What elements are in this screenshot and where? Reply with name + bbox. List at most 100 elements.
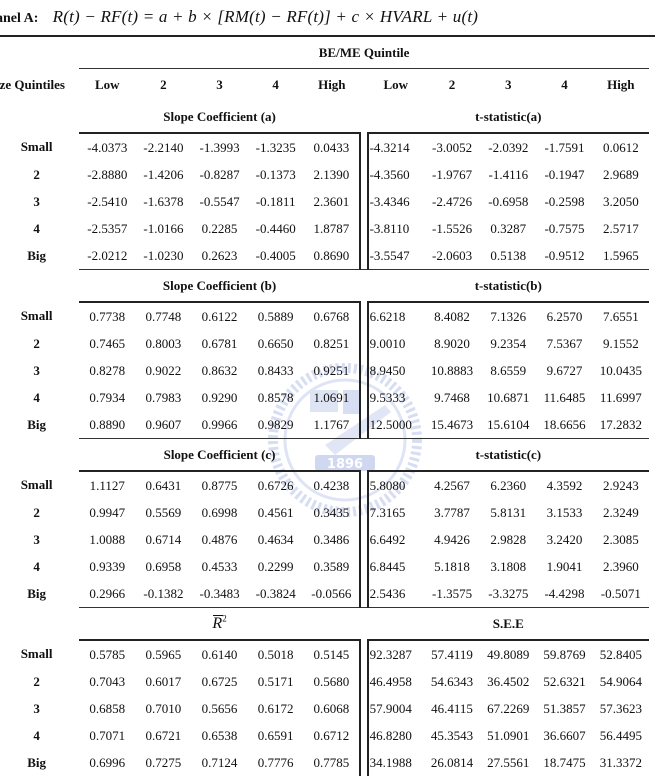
right-value-cell: -4.3214 — [366, 132, 424, 161]
right-value-cell: -3.0052 — [423, 132, 481, 161]
right-value-cell: 4.2567 — [423, 470, 481, 499]
left-value-cell: -1.3993 — [191, 132, 248, 161]
left-value-cell: 0.2299 — [257, 558, 294, 574]
left-value-cell: 0.6725 — [201, 673, 238, 689]
be-me-quintile-header: BE/ME Quintile — [318, 45, 410, 60]
right-value-cell: 2.5436 — [366, 580, 424, 608]
col-header-left: High — [303, 68, 360, 101]
right-value-cell: 8.6559 — [490, 362, 527, 378]
table-row: Small 1.1127 0.6431 0.8775 0.6726 0.4238 5.808… — [0, 470, 649, 499]
left-value-cell: 0.8578 — [257, 389, 294, 405]
left-value-cell: 0.7071 — [89, 727, 126, 743]
left-value-cell: 2.1390 — [303, 161, 361, 188]
left-value-cell: 0.5889 — [247, 301, 304, 330]
table-row: Small 0.7738 0.7748 0.6122 0.5889 0.6768 6.621… — [0, 301, 649, 330]
left-value-cell: 0.5018 — [247, 639, 304, 668]
col-header-left: Low — [79, 68, 136, 101]
left-value-cell: -2.0212 — [87, 247, 128, 263]
right-value-cell: 26.0814 — [430, 754, 474, 770]
right-value-cell: 15.6104 — [487, 416, 530, 432]
left-value-cell: -1.3235 — [247, 132, 304, 161]
left-value-cell: 0.6068 — [303, 695, 361, 722]
left-value-cell: 0.7465 — [89, 335, 126, 351]
left-value-cell: 0.7776 — [257, 754, 294, 770]
right-value-cell: -3.8110 — [366, 215, 424, 242]
right-value-cell: -2.0603 — [432, 247, 473, 263]
left-value-cell: 0.4634 — [257, 531, 294, 547]
right-value-cell: 11.6485 — [543, 389, 586, 405]
left-value-cell: -1.4206 — [143, 166, 184, 182]
row-label: 3 — [33, 193, 40, 209]
left-value-cell: 0.8278 — [89, 362, 126, 378]
left-value-cell: 0.6017 — [145, 673, 182, 689]
left-value-cell: -0.3483 — [199, 585, 240, 601]
table-row: Big 0.6996 0.7275 0.7124 0.7776 0.7785 34.1988… — [0, 749, 649, 776]
left-value-cell: 0.9339 — [89, 558, 126, 574]
left-value-cell: 0.7010 — [145, 700, 182, 716]
right-value-cell: 9.2354 — [490, 335, 527, 351]
left-value-cell: 0.5680 — [303, 668, 361, 695]
left-value-cell: 0.2285 — [201, 220, 238, 236]
left-value-cell: -0.8287 — [199, 166, 240, 182]
row-label: 4 — [33, 558, 40, 574]
left-value-cell: 0.6172 — [257, 700, 294, 716]
left-value-cell: 1.0088 — [89, 531, 126, 547]
left-value-cell: -0.5547 — [199, 193, 240, 209]
right-value-cell: 51.3857 — [543, 700, 586, 716]
left-value-cell: 0.5785 — [79, 639, 136, 668]
left-value-cell: 0.2966 — [89, 585, 126, 601]
left-value-cell: 0.7934 — [89, 389, 126, 405]
right-value-cell: 52.8405 — [592, 639, 649, 668]
section-header-row: R2 S.E.E — [0, 607, 649, 640]
section-left-title: Slope Coefficient (a) — [163, 108, 276, 124]
table-row: 3 -2.5410 -1.6378 -0.5547 -0.1811 2.3601 -3.43… — [0, 188, 649, 215]
col-header-right: 4 — [536, 68, 593, 101]
left-value-cell: 0.7124 — [201, 754, 238, 770]
right-value-cell: 52.6321 — [543, 673, 586, 689]
col-header-left: 3 — [191, 68, 248, 101]
right-value-cell: 2.5717 — [602, 220, 639, 236]
right-value-cell: -0.1947 — [544, 166, 585, 182]
col-header-right: High — [592, 68, 649, 101]
table-row: 4 0.7071 0.6721 0.6538 0.6591 0.6712 46.8280 45… — [0, 722, 649, 749]
left-value-cell: 0.2623 — [201, 247, 238, 263]
left-value-cell: 0.9290 — [201, 389, 238, 405]
regression-equation: R(t) − RF(t) = a + b × [RM(t) − RF(t)] +… — [52, 7, 479, 26]
table-row: 4 -2.5357 -1.0166 0.2285 -0.4460 1.8787 -3.811… — [0, 215, 649, 242]
right-value-cell: 7.5367 — [546, 335, 583, 351]
left-value-cell: 0.6712 — [303, 722, 361, 749]
section-header-row: Slope Coefficient (c) t-statistic(c) — [0, 438, 649, 471]
row-label: Big — [27, 754, 46, 770]
row-label: Big — [27, 247, 46, 263]
left-value-cell: 0.6122 — [191, 301, 248, 330]
right-value-cell: 4.3592 — [536, 470, 593, 499]
row-label: 3 — [33, 700, 40, 716]
left-value-cell: -0.1373 — [255, 166, 296, 182]
left-value-cell: 0.5171 — [257, 673, 294, 689]
left-value-cell: 0.9251 — [303, 357, 361, 384]
col-header-right: 3 — [480, 68, 537, 101]
left-value-cell: 0.4876 — [201, 531, 238, 547]
left-value-cell: 1.1127 — [79, 470, 136, 499]
right-value-cell: 59.8769 — [536, 639, 593, 668]
panel-title: anel A: R(t) − RF(t) = a + b × [RM(t) − … — [0, 4, 478, 30]
right-value-cell: 46.4958 — [366, 668, 424, 695]
right-value-cell: 27.5561 — [487, 754, 530, 770]
left-value-cell: 0.3486 — [303, 526, 361, 553]
right-value-cell: 46.8280 — [366, 722, 424, 749]
right-value-cell: 10.0435 — [599, 362, 642, 378]
size-quintiles-header: ize Quintiles — [0, 76, 65, 92]
regression-results-table: BE/ME Quintile ize Quintiles Low 2 3 4 H… — [0, 38, 649, 776]
right-value-cell: 10.8883 — [430, 362, 474, 378]
table-row: 2 -2.8880 -1.4206 -0.8287 -0.1373 2.1390 -4.35… — [0, 161, 649, 188]
right-value-cell: 6.2570 — [536, 301, 593, 330]
left-value-cell: 1.0691 — [303, 384, 361, 411]
right-value-cell: 2.3960 — [602, 558, 639, 574]
left-value-cell: 0.5965 — [135, 639, 192, 668]
right-value-cell: 8.9020 — [434, 335, 470, 351]
row-label: 2 — [33, 673, 40, 689]
table-row: Big 0.2966 -0.1382 -0.3483 -0.3824 -0.0566 2.5… — [0, 580, 649, 608]
right-value-cell: -0.7575 — [544, 220, 585, 236]
table-row: 3 0.6858 0.7010 0.5656 0.6172 0.6068 57.9004 46… — [0, 695, 649, 722]
right-value-cell: 51.0901 — [487, 727, 530, 743]
